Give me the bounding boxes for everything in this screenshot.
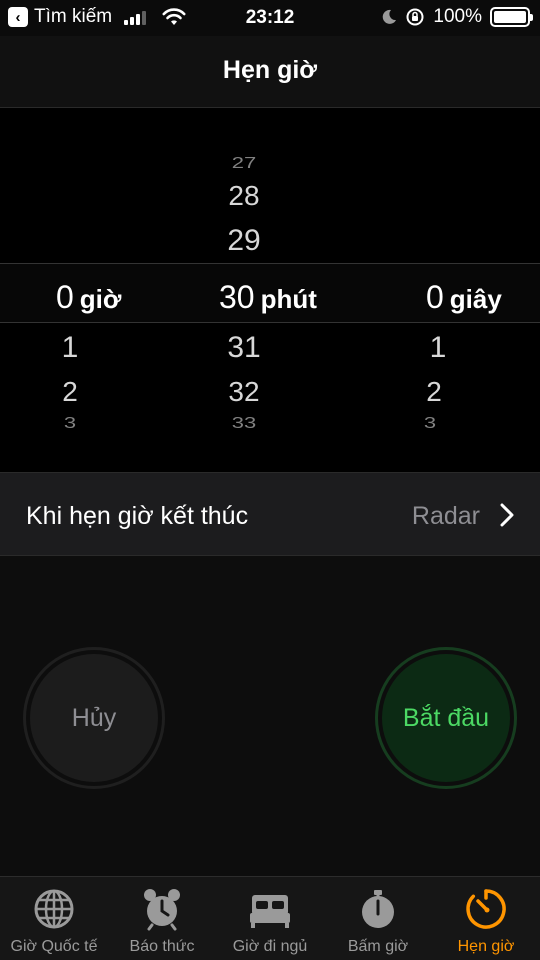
- nav-bar: Hẹn giờ: [0, 36, 540, 108]
- moon-icon: [383, 9, 397, 24]
- chevron-right-icon: [500, 503, 514, 527]
- tab-timer[interactable]: Hẹn giờ: [432, 877, 540, 960]
- minutes-unit: phút: [260, 284, 317, 314]
- hours-unit: giờ: [79, 284, 122, 314]
- tab-label: Giờ Quốc tế: [10, 938, 98, 955]
- status-bar: ‹ Tìm kiếm 23:12 100%: [0, 0, 540, 36]
- picker-seconds-selected[interactable]: 0 giây: [426, 279, 502, 316]
- picker-minute-option[interactable]: 29: [214, 224, 274, 258]
- globe-icon: [34, 889, 74, 929]
- tab-bar: Giờ Quốc tế Báo thức Giờ đi ngủ Bấm giờ …: [0, 876, 540, 960]
- picker-hours-selected[interactable]: 0 giờ: [56, 279, 121, 316]
- start-button[interactable]: Bắt đầu: [382, 654, 510, 782]
- tab-alarm[interactable]: Báo thức: [108, 877, 216, 960]
- tab-label: Hẹn giờ: [457, 938, 515, 955]
- hours-value: 0: [56, 279, 74, 315]
- rotation-lock-icon: [406, 8, 424, 26]
- seconds-value: 0: [426, 279, 444, 315]
- picker-minute-option[interactable]: 27: [214, 154, 274, 172]
- picker-minute-option[interactable]: 32: [214, 376, 274, 408]
- tab-stopwatch[interactable]: Bấm giờ: [324, 877, 432, 960]
- start-button-ring: Bắt đầu: [375, 647, 517, 789]
- tab-world-clock[interactable]: Giờ Quốc tế: [0, 877, 108, 960]
- tab-label: Báo thức: [129, 938, 195, 955]
- picker-minute-option[interactable]: 28: [214, 180, 274, 212]
- cancel-button-ring: Hủy: [23, 647, 165, 789]
- picker-hour-option[interactable]: 2: [40, 376, 100, 408]
- picker-second-option[interactable]: 1: [408, 331, 468, 365]
- seconds-unit: giây: [449, 284, 502, 314]
- picker-second-option[interactable]: 3: [400, 414, 460, 432]
- tab-label: Giờ đi ngủ: [232, 938, 308, 955]
- minutes-value: 30: [219, 279, 255, 315]
- picker-minutes-selected[interactable]: 30 phút: [219, 279, 317, 316]
- timer-icon: [466, 889, 506, 929]
- timer-controls: Hủy Bắt đầu: [0, 556, 540, 876]
- when-timer-ends-label: Khi hẹn giờ kết thúc: [26, 502, 249, 530]
- page-title: Hẹn giờ: [222, 56, 318, 84]
- picker-hour-option[interactable]: 1: [40, 331, 100, 365]
- time-picker[interactable]: 27 28 29 0 giờ 30 phút 0 giây 1 2 3 31 32 3…: [0, 108, 540, 472]
- tab-label: Bấm giờ: [347, 938, 409, 955]
- ringtone-value: Radar: [411, 502, 480, 530]
- tab-bedtime[interactable]: Giờ đi ngủ: [216, 877, 324, 960]
- bed-icon: [250, 895, 290, 928]
- picker-minute-option[interactable]: 33: [214, 414, 274, 432]
- alarm-clock-icon: [144, 889, 180, 931]
- cancel-button[interactable]: Hủy: [30, 654, 158, 782]
- picker-minute-option[interactable]: 31: [214, 331, 274, 365]
- picker-hour-option[interactable]: 3: [40, 414, 100, 432]
- stopwatch-icon: [362, 890, 394, 928]
- picker-second-option[interactable]: 2: [404, 376, 464, 408]
- battery-icon: [490, 7, 533, 27]
- when-timer-ends-row[interactable]: Khi hẹn giờ kết thúc Radar: [0, 472, 540, 556]
- battery-percent: 100%: [433, 6, 482, 27]
